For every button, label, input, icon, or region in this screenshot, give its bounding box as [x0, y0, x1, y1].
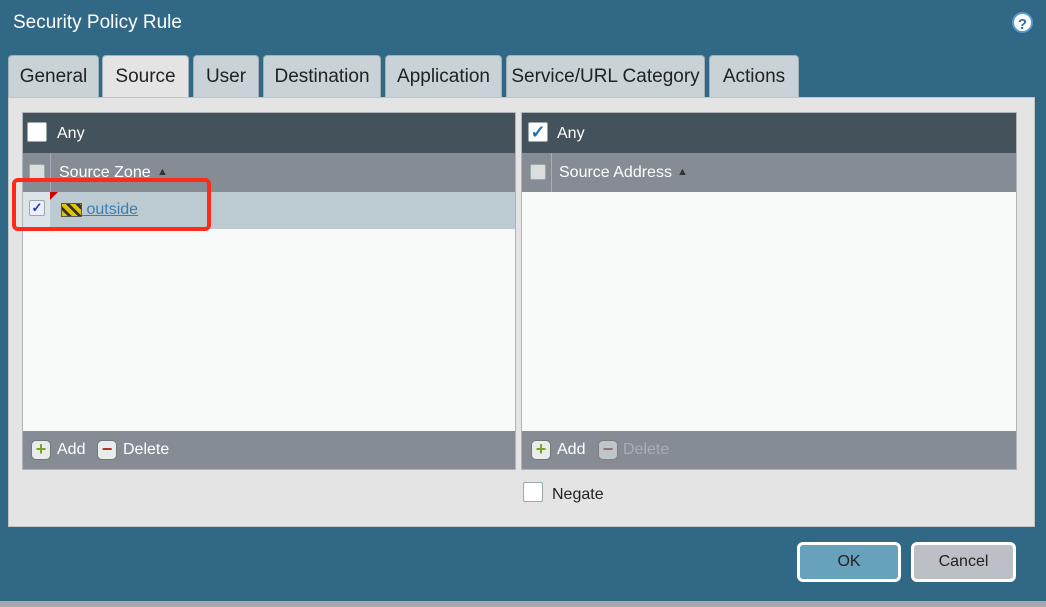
- tab-service-url-category[interactable]: Service/URL Category: [506, 55, 705, 98]
- any-zone-checkbox[interactable]: [27, 122, 47, 142]
- bottom-edge: [0, 601, 1046, 607]
- tab-destination[interactable]: Destination: [263, 55, 381, 98]
- dialog-title: Security Policy Rule: [13, 12, 182, 33]
- add-icon[interactable]: +: [31, 440, 51, 460]
- source-zone-pane: Any Source Zone ▲ ✓ outside + Add − Dele…: [22, 112, 516, 470]
- column-header: Source Address ▲: [522, 153, 1016, 192]
- cancel-button[interactable]: Cancel: [911, 542, 1016, 582]
- add-address-button[interactable]: Add: [557, 441, 585, 459]
- pane-footer: + Add − Delete: [522, 431, 1016, 469]
- tab-general[interactable]: General: [8, 55, 99, 98]
- any-address-checkbox[interactable]: ✓: [528, 122, 548, 142]
- delete-address-button: Delete: [623, 441, 670, 458]
- source-address-column[interactable]: Source Address: [559, 164, 672, 182]
- add-zone-button[interactable]: Add: [57, 441, 85, 459]
- tab-source[interactable]: Source: [102, 55, 189, 99]
- delete-icon: −: [598, 440, 618, 460]
- highlight-box: [12, 178, 211, 231]
- negate-checkbox[interactable]: [523, 482, 543, 502]
- add-icon[interactable]: +: [531, 440, 551, 460]
- sort-asc-icon: ▲: [157, 166, 168, 178]
- any-header: Any: [23, 113, 515, 153]
- tab-actions[interactable]: Actions: [709, 55, 799, 98]
- source-address-pane: ✓ Any Source Address ▲ + Add − Delete: [521, 112, 1017, 470]
- help-icon[interactable]: ?: [1012, 12, 1033, 33]
- sort-asc-icon: ▲: [677, 166, 688, 178]
- negate-label: Negate: [552, 486, 604, 503]
- tab-user[interactable]: User: [193, 55, 259, 98]
- tab-application[interactable]: Application: [385, 55, 502, 98]
- any-label: Any: [557, 125, 585, 142]
- select-all-checkbox[interactable]: [530, 164, 546, 180]
- delete-zone-button[interactable]: Delete: [123, 441, 169, 459]
- column-divider: [551, 153, 552, 192]
- any-header: ✓ Any: [522, 113, 1016, 153]
- pane-footer: + Add − Delete: [23, 431, 515, 469]
- ok-button[interactable]: OK: [797, 542, 901, 582]
- any-label: Any: [57, 125, 85, 142]
- delete-icon[interactable]: −: [97, 440, 117, 460]
